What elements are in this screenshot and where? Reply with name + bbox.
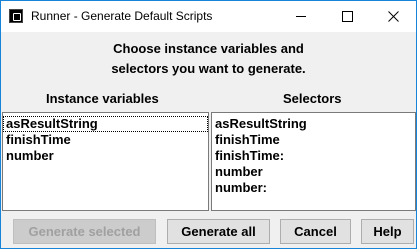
instruction-line-1: Choose instance variables and [113, 41, 304, 56]
list-item[interactable]: number [3, 148, 208, 164]
selectors-list[interactable]: asResultString finishTime finishTime: numbe… [211, 112, 416, 211]
list-item[interactable]: asResultString [3, 116, 208, 132]
dialog-window: Runner - Generate Default Scripts Choose… [0, 0, 417, 249]
selectors-header: Selectors [283, 91, 342, 106]
minimize-button[interactable] [278, 1, 324, 32]
list-item[interactable]: asResultString [212, 116, 415, 132]
help-button[interactable]: Help [361, 219, 414, 244]
cancel-button[interactable]: Cancel [280, 219, 351, 244]
maximize-icon [341, 11, 353, 22]
maximize-button[interactable] [324, 1, 370, 32]
list-item[interactable]: finishTime: [212, 148, 415, 164]
minimize-icon [296, 16, 306, 17]
title-bar[interactable]: Runner - Generate Default Scripts [1, 1, 416, 32]
close-icon [387, 11, 399, 22]
app-icon [9, 9, 23, 23]
list-item[interactable]: number: [212, 180, 415, 196]
instance-variables-header: Instance variables [46, 91, 159, 106]
instruction-line-2: selectors you want to generate. [111, 61, 306, 76]
generate-all-button[interactable]: Generate all [167, 219, 270, 244]
window-title: Runner - Generate Default Scripts [31, 9, 213, 23]
instruction-text: Choose instance variables and selectors … [1, 39, 416, 79]
list-item[interactable]: finishTime [212, 132, 415, 148]
generate-selected-button[interactable]: Generate selected [13, 219, 156, 244]
instance-variables-list[interactable]: asResultString finishTime number [2, 112, 209, 211]
close-button[interactable] [370, 1, 416, 32]
list-item[interactable]: number [212, 164, 415, 180]
list-item[interactable]: finishTime [3, 132, 208, 148]
